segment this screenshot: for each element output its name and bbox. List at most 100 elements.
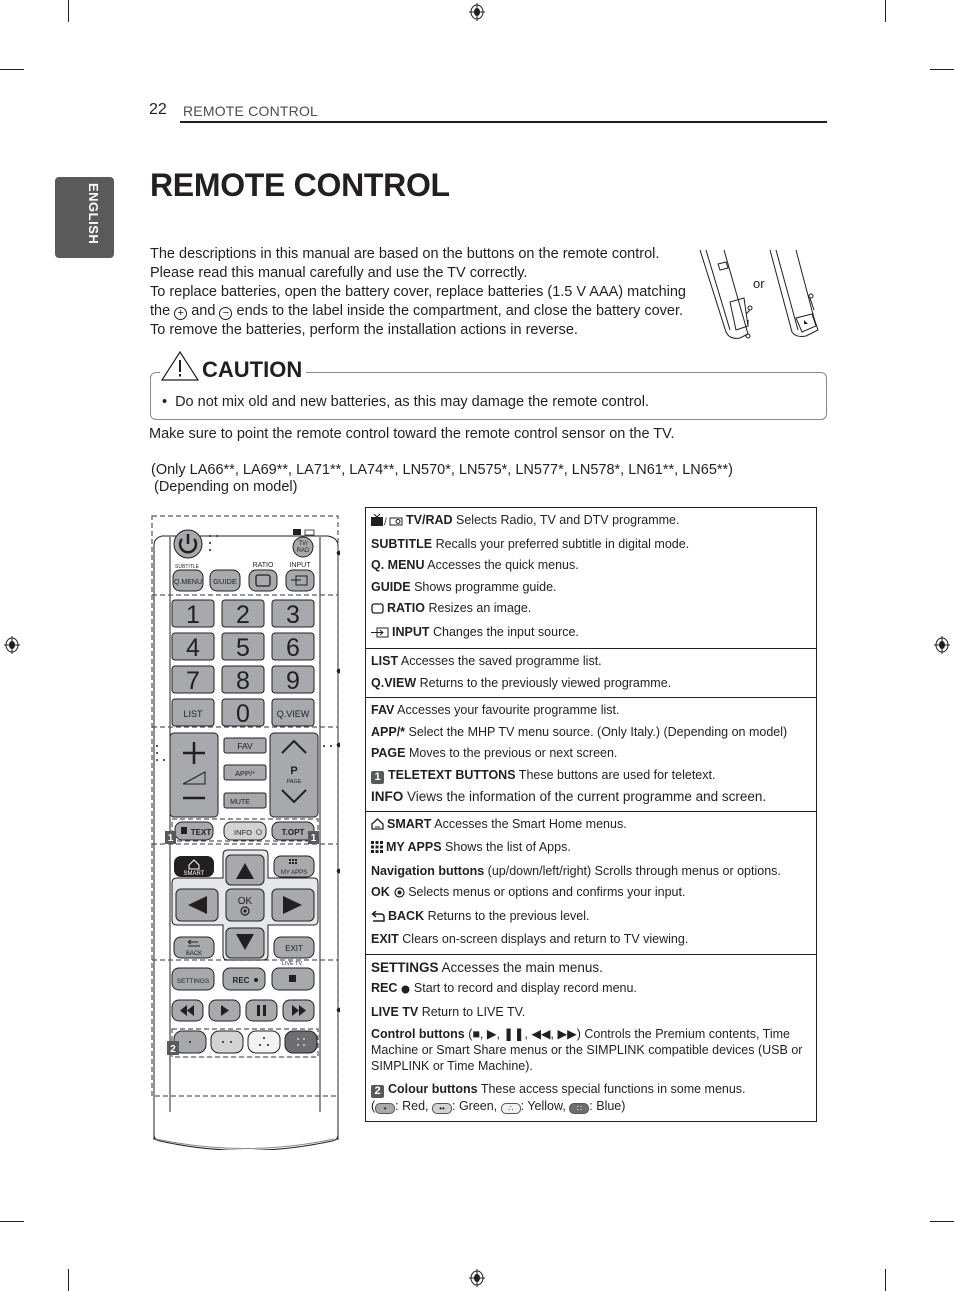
left-button[interactable] bbox=[175, 888, 219, 922]
info-label: INFO bbox=[234, 828, 252, 837]
ok-button[interactable]: OK bbox=[225, 888, 265, 922]
stop-button[interactable] bbox=[271, 967, 315, 991]
key-qview-button[interactable]: Q.VIEW bbox=[271, 698, 315, 727]
legend-text: : Red, bbox=[395, 1099, 432, 1113]
key-6-button[interactable]: 6 bbox=[271, 632, 315, 662]
button-description: Accesses the quick menus. bbox=[424, 558, 579, 572]
fast-forward-button[interactable] bbox=[282, 999, 315, 1022]
legend-text: : Yellow, bbox=[520, 1099, 570, 1113]
colour-dot bbox=[189, 1041, 191, 1043]
model-list-line: (Depending on model) bbox=[154, 479, 298, 495]
info-button[interactable]: INFO bbox=[223, 821, 267, 841]
text-button[interactable]: TEXT bbox=[174, 821, 214, 841]
key-label: 2 bbox=[236, 601, 250, 629]
green-button[interactable] bbox=[210, 1030, 244, 1054]
topt-label: T.OPT bbox=[282, 828, 305, 837]
blue-button[interactable] bbox=[284, 1030, 318, 1054]
legend-text: : Blue) bbox=[589, 1099, 626, 1113]
blue-button-icon: ∷ bbox=[569, 1103, 590, 1114]
key-7-button[interactable]: 7 bbox=[171, 665, 215, 695]
battery-cover-illustration bbox=[699, 249, 819, 339]
power-button[interactable] bbox=[173, 529, 203, 559]
description-item: EXIT Clears on-screen displays and retur… bbox=[371, 929, 810, 951]
settings-label: SETTINGS bbox=[177, 978, 210, 985]
down-button[interactable] bbox=[225, 927, 265, 959]
exit-button[interactable]: EXIT bbox=[273, 936, 315, 959]
input-button[interactable] bbox=[285, 569, 315, 592]
description-item: Q.VIEW Returns to the previously viewed … bbox=[371, 673, 810, 695]
guide-button[interactable]: GUIDE bbox=[209, 569, 241, 592]
apps-grid-icon bbox=[371, 839, 383, 861]
caution-label: CAUTION bbox=[202, 357, 303, 382]
intro-line: the + and − ends to the label inside the… bbox=[150, 302, 695, 321]
play-button[interactable] bbox=[208, 999, 241, 1022]
warning-triangle-icon bbox=[160, 350, 200, 381]
registration-mark-icon bbox=[4, 636, 20, 654]
description-section: / TV/RAD Selects Radio, TV and DTV progra… bbox=[366, 508, 816, 649]
key-label: 9 bbox=[286, 667, 300, 695]
description-item: RATIO Resizes an image. bbox=[371, 598, 810, 622]
colour-dot bbox=[303, 1038, 305, 1040]
key-3-button[interactable]: 3 bbox=[271, 599, 315, 629]
aim-note: Make sure to point the remote control to… bbox=[149, 426, 675, 442]
key-9-button[interactable]: 9 bbox=[271, 665, 315, 695]
caution-heading: CAUTION bbox=[160, 350, 307, 382]
crop-mark bbox=[0, 1221, 24, 1222]
key-list-button[interactable]: LIST bbox=[171, 698, 215, 727]
right-button[interactable] bbox=[271, 888, 315, 922]
description-item: LIST Accesses the saved programme list. bbox=[371, 651, 810, 673]
intro-fragment: the bbox=[150, 303, 171, 319]
badge1-label: 1 bbox=[168, 833, 174, 844]
input-icon bbox=[371, 624, 389, 646]
fav-button[interactable]: FAV bbox=[223, 737, 267, 754]
model-list: (Only LA66**, LA69**, LA71**, LA74**, LN… bbox=[151, 462, 733, 496]
page-label: PAGE bbox=[287, 779, 302, 785]
button-description: Recalls your preferred subtitle in digit… bbox=[432, 536, 690, 551]
plus-terminal-icon: + bbox=[174, 307, 188, 320]
key-5-button[interactable]: 5 bbox=[221, 632, 265, 662]
caution-item: Do not mix old and new batteries, as thi… bbox=[162, 394, 649, 410]
up-button[interactable] bbox=[225, 854, 265, 886]
button-description: Accesses your favourite programme list. bbox=[394, 703, 620, 717]
pause-button[interactable] bbox=[245, 999, 278, 1022]
button-name: INFO bbox=[371, 789, 404, 804]
button-name: RATIO bbox=[387, 601, 425, 615]
key-8-button[interactable]: 8 bbox=[221, 665, 265, 695]
green-button-icon: •• bbox=[432, 1103, 452, 1114]
button-name: Colour buttons bbox=[388, 1082, 478, 1096]
rec-button[interactable]: REC bbox=[222, 967, 266, 991]
settings-button[interactable]: SETTINGS bbox=[171, 967, 215, 991]
key-2-button[interactable]: 2 bbox=[221, 599, 265, 629]
button-description: Returns to the previous level. bbox=[424, 908, 590, 923]
intro-line: The descriptions in this manual are base… bbox=[150, 246, 660, 262]
rewind-button[interactable] bbox=[171, 999, 204, 1022]
colour-dot bbox=[297, 1044, 299, 1046]
button-name: REC bbox=[371, 981, 398, 995]
yellow-button[interactable] bbox=[247, 1030, 281, 1054]
key-label: 0 bbox=[236, 700, 250, 728]
key-4-button[interactable]: 4 bbox=[171, 632, 215, 662]
registration-mark-icon bbox=[934, 636, 950, 654]
back-arrow-icon bbox=[371, 908, 385, 930]
ratio-button[interactable] bbox=[248, 569, 278, 592]
number-badge: 2 bbox=[371, 1085, 384, 1098]
qmenu-button[interactable]: Q.MENU bbox=[172, 569, 204, 592]
qmenu-label: Q.MENU bbox=[174, 579, 202, 586]
key-1-button[interactable]: 1 bbox=[171, 599, 215, 629]
back-button[interactable]: BACK bbox=[173, 936, 215, 959]
myapps-button[interactable]: MY APPS bbox=[273, 855, 315, 878]
smart-button[interactable]: SMART bbox=[174, 856, 214, 877]
key-0-button[interactable]: 0 bbox=[221, 698, 265, 728]
app-button[interactable]: APP/* bbox=[223, 764, 267, 781]
colour-dot bbox=[230, 1041, 232, 1043]
description-item: INFO Views the information of the curren… bbox=[371, 786, 810, 808]
button-name: SETTINGS bbox=[371, 959, 439, 975]
description-item: REC Start to record and display record m… bbox=[371, 978, 810, 1002]
button-description: Resizes an image. bbox=[424, 601, 532, 615]
tv-rad-button[interactable]: TV/ RAD bbox=[292, 529, 315, 558]
topt-button[interactable]: T.OPT bbox=[271, 821, 315, 841]
page_p-label: P bbox=[290, 765, 297, 777]
button-name: Control buttons bbox=[371, 1027, 465, 1041]
mute-button[interactable]: MUTE bbox=[223, 792, 267, 809]
key-label: 4 bbox=[186, 634, 200, 662]
